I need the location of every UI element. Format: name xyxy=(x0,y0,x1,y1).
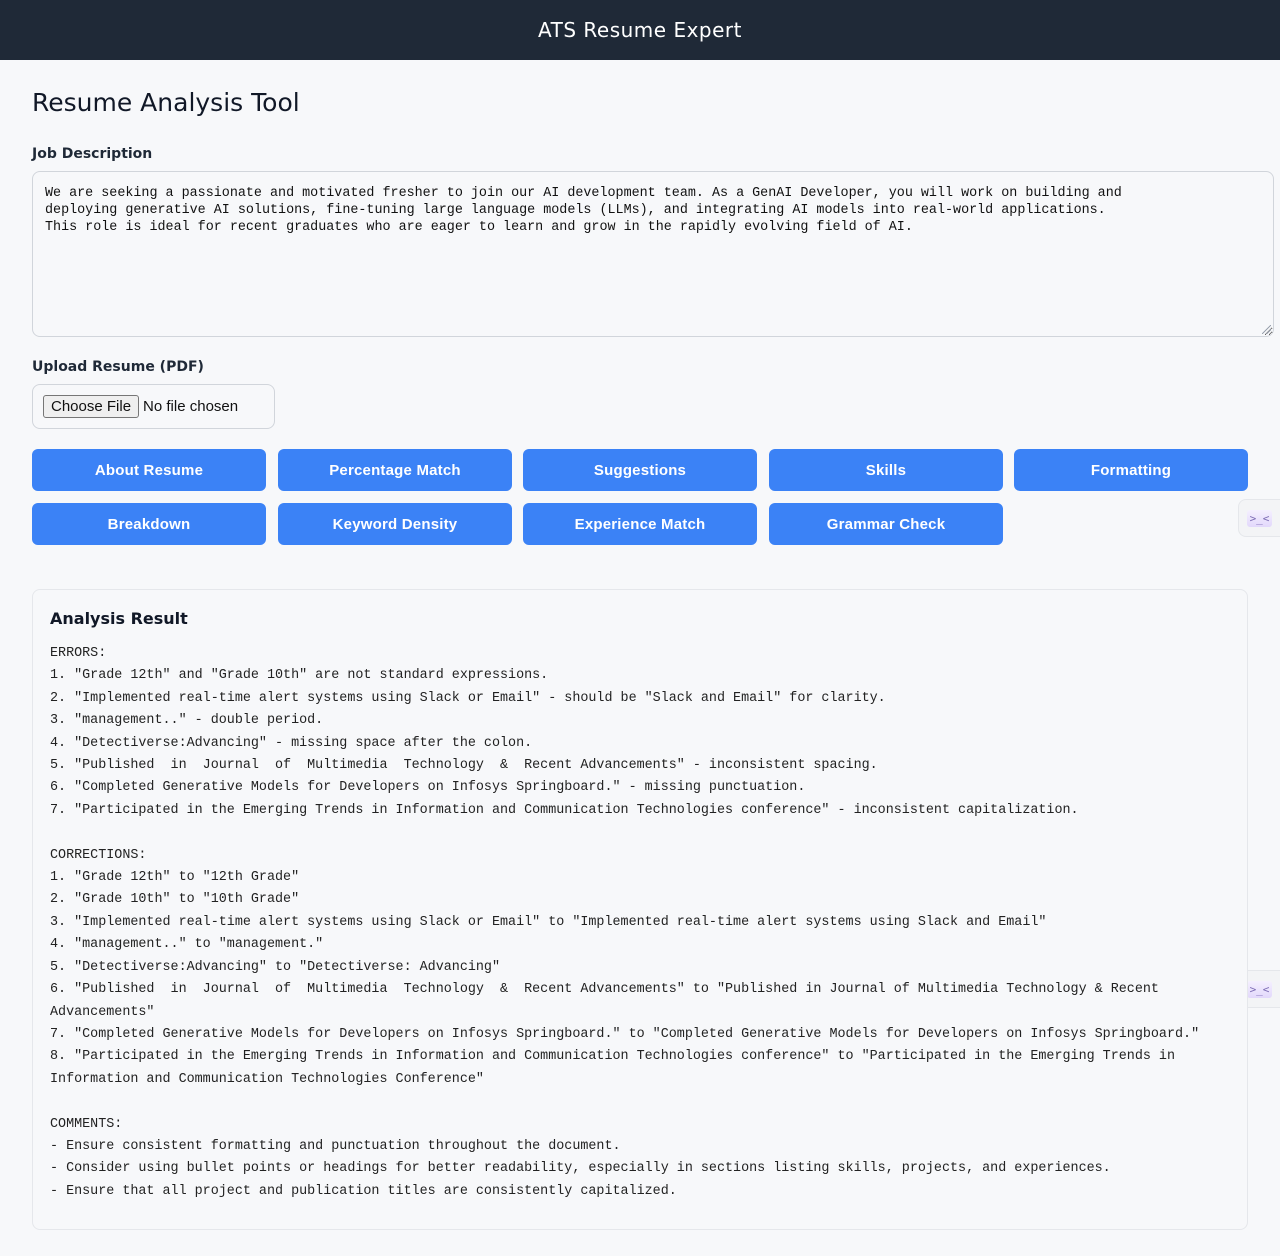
analysis-result-text: ERRORS: 1. "Grade 12th" and "Grade 10th"… xyxy=(50,646,1200,1199)
choose-file-button[interactable]: Choose File xyxy=(43,395,140,418)
page-title: Resume Analysis Tool xyxy=(32,88,300,117)
analysis-result-title: Analysis Result xyxy=(50,609,188,628)
formatting-button[interactable]: Formatting xyxy=(1014,449,1248,491)
resume-file-input[interactable]: Choose File No file chosen xyxy=(32,384,275,429)
app-title: ATS Resume Expert xyxy=(538,18,742,42)
analysis-result-card: Analysis Result ERRORS: 1. "Grade 12th" … xyxy=(32,589,1248,1230)
suggestions-button[interactable]: Suggestions xyxy=(523,449,757,491)
upload-resume-label: Upload Resume (PDF) xyxy=(32,359,204,375)
job-description-label: Job Description xyxy=(32,146,153,162)
top-header: ATS Resume Expert xyxy=(0,0,1280,60)
skills-button[interactable]: Skills xyxy=(769,449,1003,491)
about-resume-button[interactable]: About Resume xyxy=(32,449,266,491)
terminal-icon: >_< xyxy=(1246,980,1273,998)
grammar-check-button[interactable]: Grammar Check xyxy=(769,503,1003,545)
file-status-text: No file chosen xyxy=(143,398,239,415)
breakdown-button[interactable]: Breakdown xyxy=(32,503,266,545)
keyword-density-button[interactable]: Keyword Density xyxy=(278,503,512,545)
percentage-match-button[interactable]: Percentage Match xyxy=(278,449,512,491)
side-widget-button[interactable]: >_< xyxy=(1238,499,1280,537)
resize-handle[interactable] xyxy=(1261,324,1273,336)
job-description-textarea[interactable]: We are seeking a passionate and motivate… xyxy=(32,171,1274,337)
resize-grip-icon xyxy=(1262,325,1271,334)
experience-match-button[interactable]: Experience Match xyxy=(523,503,757,545)
terminal-icon: >_< xyxy=(1246,509,1273,527)
